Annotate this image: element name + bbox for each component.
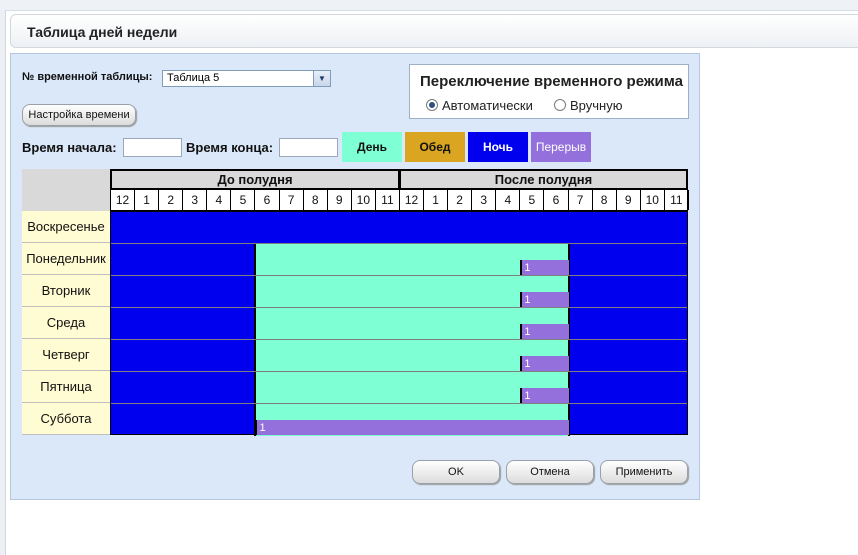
day-label: Четверг bbox=[22, 339, 110, 371]
hour-cell: 1 bbox=[424, 190, 449, 210]
segment-edge bbox=[254, 372, 257, 404]
mode-manual-label: Вручную bbox=[570, 98, 623, 113]
cancel-button[interactable]: Отмена bbox=[506, 460, 594, 484]
hour-cell: 9 bbox=[328, 190, 352, 210]
hour-header-row: 12 1 2 3 4 5 6 7 8 9 10 11 12 1 2 3 4 5 6 7 8 9 10 11 bbox=[110, 190, 689, 211]
hour-cell: 8 bbox=[304, 190, 328, 210]
hour-cell: 12 bbox=[400, 190, 425, 210]
schedule-table: До полудня После полудня 12 1 2 3 4 5 6 7 8 9 10 11… bbox=[22, 169, 689, 436]
legend-night: Ночь bbox=[468, 132, 528, 162]
row-divider bbox=[111, 243, 687, 244]
segment-edge bbox=[254, 276, 257, 308]
header-pm: После полудня bbox=[399, 169, 688, 190]
hour-cell: 4 bbox=[207, 190, 232, 210]
schedule-corner bbox=[22, 169, 110, 211]
legend-lunch: Обед bbox=[405, 132, 465, 162]
chevron-down-icon[interactable]: ▼ bbox=[313, 71, 330, 86]
hour-cell: 2 bbox=[159, 190, 184, 210]
hour-cell: 10 bbox=[641, 190, 665, 210]
start-time-input[interactable] bbox=[123, 138, 182, 157]
table-no-label: № временной таблицы: bbox=[22, 71, 153, 83]
schedule-grid[interactable]: 1 1 1 1 1 1 bbox=[110, 211, 688, 436]
table-select[interactable]: Таблица 5 ▼ bbox=[162, 70, 331, 87]
legend-break: Перерыв bbox=[531, 132, 591, 162]
hour-cell: 5 bbox=[231, 190, 256, 210]
left-edge bbox=[0, 10, 6, 555]
segment-edge bbox=[254, 340, 257, 372]
day-label: Понедельник bbox=[22, 243, 110, 275]
mode-manual-option[interactable]: Вручную bbox=[554, 98, 622, 113]
page-title: Таблица дней недели bbox=[27, 24, 178, 40]
radio-selected-icon[interactable] bbox=[426, 99, 438, 111]
row-divider bbox=[111, 371, 687, 372]
hour-cell: 9 bbox=[617, 190, 641, 210]
break-segment[interactable]: 1 bbox=[520, 292, 569, 307]
top-strip bbox=[0, 0, 858, 11]
row-divider bbox=[111, 339, 687, 340]
end-time-label: Время конца: bbox=[186, 140, 274, 155]
hour-cell: 3 bbox=[472, 190, 497, 210]
hour-cell: 6 bbox=[255, 190, 280, 210]
break-segment[interactable]: 1 bbox=[520, 324, 569, 339]
start-time-label: Время начала: bbox=[22, 140, 117, 155]
hour-cell: 7 bbox=[569, 190, 593, 210]
hour-cell: 11 bbox=[376, 190, 400, 210]
title-bar: Таблица дней недели bbox=[10, 14, 858, 48]
hour-cell: 8 bbox=[593, 190, 617, 210]
segment-edge bbox=[254, 244, 257, 276]
apply-button[interactable]: Применить bbox=[600, 460, 688, 484]
hour-cell: 10 bbox=[352, 190, 376, 210]
break-segment[interactable]: 1 bbox=[255, 420, 569, 435]
mode-auto-label: Автоматически bbox=[442, 98, 533, 113]
hour-cell: 1 bbox=[135, 190, 160, 210]
hour-cell: 12 bbox=[111, 190, 136, 210]
hour-cell: 6 bbox=[544, 190, 569, 210]
row-divider bbox=[111, 403, 687, 404]
hour-cell: 7 bbox=[280, 190, 304, 210]
break-segment[interactable]: 1 bbox=[520, 356, 569, 371]
day-label: Среда bbox=[22, 307, 110, 339]
day-label: Пятница bbox=[22, 371, 110, 403]
row-divider bbox=[111, 307, 687, 308]
mode-switch-title: Переключение временного режима bbox=[420, 73, 683, 90]
day-label: Воскресенье bbox=[22, 211, 110, 243]
mode-auto-option[interactable]: Автоматически bbox=[426, 98, 533, 113]
ok-button[interactable]: OK bbox=[412, 460, 500, 484]
day-label: Суббота bbox=[22, 403, 110, 435]
row-divider bbox=[111, 275, 687, 276]
radio-unselected-icon[interactable] bbox=[554, 99, 566, 111]
hour-cell: 5 bbox=[520, 190, 545, 210]
time-settings-button[interactable]: Настройка времени bbox=[22, 104, 136, 126]
table-select-value: Таблица 5 bbox=[167, 72, 220, 84]
hour-cell: 11 bbox=[665, 190, 689, 210]
day-label: Вторник bbox=[22, 275, 110, 307]
hour-cell: 3 bbox=[183, 190, 208, 210]
header-am: До полудня bbox=[110, 169, 400, 190]
legend-day: День bbox=[342, 132, 402, 162]
hour-cell: 2 bbox=[448, 190, 473, 210]
end-time-input[interactable] bbox=[279, 138, 338, 157]
break-segment[interactable]: 1 bbox=[520, 388, 569, 403]
hour-cell: 4 bbox=[496, 190, 521, 210]
break-segment[interactable]: 1 bbox=[520, 260, 569, 275]
segment-edge bbox=[254, 308, 257, 340]
mode-switch-box: Переключение временного режима Автоматич… bbox=[409, 64, 689, 119]
